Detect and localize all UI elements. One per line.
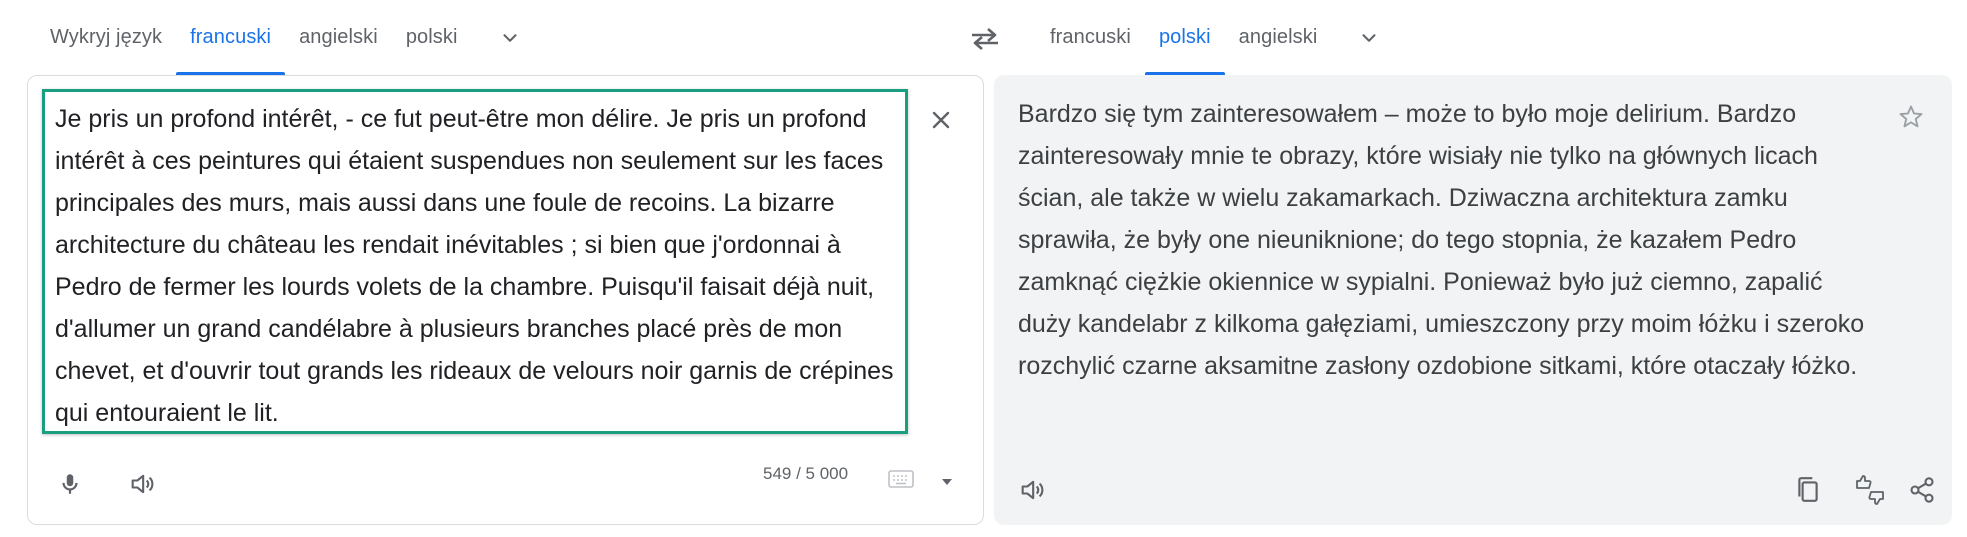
source-tab-detect[interactable]: Wykryj język <box>36 0 176 75</box>
swap-languages-button[interactable] <box>968 24 1002 54</box>
source-more-languages-button[interactable] <box>486 0 534 75</box>
target-tab-french[interactable]: francuski <box>1036 0 1145 75</box>
keyboard-icon <box>888 470 914 488</box>
target-tab-english[interactable]: angielski <box>1225 0 1332 75</box>
close-icon <box>932 111 950 129</box>
copy-icon <box>1798 477 1818 502</box>
translation-panel: Bardzo się tym zainteresowałem – może to… <box>994 75 1952 525</box>
character-count: 549 / 5 000 <box>763 464 849 483</box>
translation-output: Bardzo się tym zainteresowałem – może to… <box>1018 100 1865 380</box>
save-translation-button[interactable] <box>1891 97 1931 137</box>
copy-translation-button[interactable] <box>1784 466 1832 514</box>
target-more-languages-button[interactable] <box>1345 0 1393 75</box>
target-tab-polish[interactable]: polski <box>1144 0 1225 75</box>
rate-translation-button[interactable] <box>1846 466 1894 514</box>
source-panel: Je pris un profond intérêt, - ce fut peu… <box>27 75 984 525</box>
speaker-icon <box>1021 480 1044 500</box>
voice-input-button[interactable] <box>46 460 94 508</box>
share-translation-button[interactable] <box>1898 466 1946 514</box>
source-tab-english[interactable]: angielski <box>285 0 392 75</box>
caret-down-icon <box>942 479 952 485</box>
input-tools-dropdown[interactable] <box>940 474 954 492</box>
listen-translation-button[interactable] <box>1008 466 1056 514</box>
target-language-bar: francuski polski angielski <box>1036 0 1393 75</box>
feedback-icon <box>1856 475 1884 505</box>
source-text-input[interactable]: Je pris un profond intérêt, - ce fut peu… <box>42 89 908 434</box>
input-tools-button[interactable] <box>888 470 914 493</box>
source-language-bar: Wykryj język francuski angielski polski <box>36 0 534 75</box>
clear-source-button[interactable] <box>919 98 963 142</box>
listen-source-button[interactable] <box>118 460 166 508</box>
source-toolbar: 549 / 5 000 <box>28 444 983 524</box>
source-tab-french[interactable]: francuski <box>176 0 286 75</box>
chevron-down-icon <box>503 33 517 42</box>
microphone-icon <box>62 474 78 494</box>
swap-arrows-icon <box>972 28 998 50</box>
share-icon <box>1910 477 1934 503</box>
source-tab-polish[interactable]: polski <box>392 0 472 75</box>
speaker-icon <box>131 474 154 494</box>
chevron-down-icon <box>1362 33 1376 42</box>
star-icon <box>1899 105 1923 128</box>
